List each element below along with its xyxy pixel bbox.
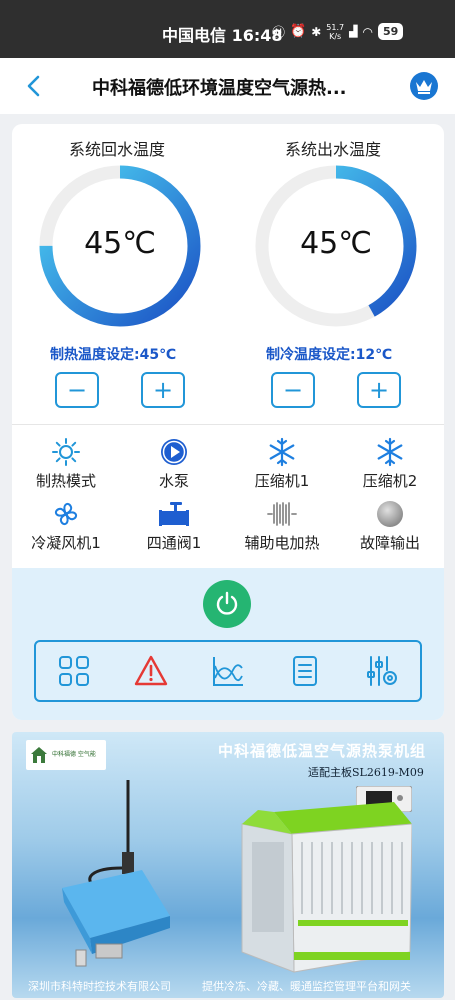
power-button[interactable] <box>203 580 251 628</box>
heating-decrease-button[interactable]: − <box>55 372 99 408</box>
fan-icon <box>54 502 78 526</box>
status-water-pump: 水泵 <box>120 436 228 491</box>
house-logo-icon <box>31 747 47 763</box>
main-panel: 系统回水温度 45℃ 系统出水温度 45℃ 制热温度设定:45℃ 制冷温度设定:… <box>12 124 444 720</box>
banner-subtitle: 适配主板SL2619-M09 <box>308 766 424 779</box>
cooling-decrease-button[interactable]: − <box>271 372 315 408</box>
function-toolbar <box>34 640 422 702</box>
heating-setpoint: 制热温度设定:45℃ <box>50 347 177 363</box>
status-fault-output: 故障输出 <box>336 498 444 553</box>
status-label: 冷凝风机1 <box>31 534 101 552</box>
heating-increase-button[interactable]: + <box>141 372 185 408</box>
back-arrow-icon[interactable] <box>24 74 44 98</box>
settings-sliders-icon <box>366 656 397 686</box>
return-water-temp-title: 系统回水温度 <box>69 140 166 159</box>
alarm-button[interactable] <box>129 649 173 693</box>
status-label: 故障输出 <box>359 534 420 552</box>
heat-pump-unit-image <box>241 802 412 973</box>
nfc-icon: Ⓝ <box>272 26 286 41</box>
alarm-clock-icon: ⏰ <box>290 24 307 39</box>
status-heating-mode: 制热模式 <box>12 436 120 491</box>
sun-icon <box>52 438 80 466</box>
records-button[interactable] <box>283 649 327 693</box>
crown-icon <box>416 80 432 94</box>
grid-icon <box>59 656 90 686</box>
status-label: 辅助电加热 <box>244 534 320 552</box>
status-label: 压缩机1 <box>254 472 310 490</box>
supply-water-temp-title: 系统出水温度 <box>285 140 382 159</box>
gateway-device-image <box>62 780 170 967</box>
status-auxiliary-heater: 辅助电加热 <box>228 498 336 553</box>
wifi-icon: ◠ <box>362 24 374 39</box>
nav-bar: 中科福德低环境温度空气源热... <box>0 58 455 114</box>
valve-icon <box>159 502 189 526</box>
status-compressor-2: 压缩机2 <box>336 436 444 491</box>
logo-text: 中科福德 空气能 <box>52 751 96 758</box>
snowflake-icon <box>269 437 295 467</box>
net-speed: 51.7 K/s <box>326 22 345 41</box>
status-bar: 中国电信 16:48 Ⓝ ⏰ ✱ 51.7 K/s ▟ ◠ 59 <box>0 0 455 58</box>
banner-title: 中科福德低温空气源热泵机组 <box>218 742 427 760</box>
page-title: 中科福德低环境温度空气源热... <box>92 78 347 99</box>
power-icon <box>216 591 238 615</box>
status-label: 压缩机2 <box>362 472 418 490</box>
snowflake-icon <box>377 437 403 467</box>
heater-icon <box>267 502 297 526</box>
curve-button[interactable] <box>206 649 250 693</box>
status-four-way-valve-1: 四通阀1 <box>120 498 228 553</box>
alarm-icon <box>134 655 168 686</box>
banner-slogan: 提供冷冻、冷藏、暖通监控管理平台和网关 <box>202 980 411 993</box>
banner-company: 深圳市科特时控技术有限公司 <box>28 980 171 993</box>
status-label: 制热模式 <box>35 472 96 490</box>
return-water-temp-value: 45℃ <box>84 226 156 261</box>
status-label: 水泵 <box>158 472 189 490</box>
bluetooth-icon: ✱ <box>311 24 322 39</box>
status-label: 四通阀1 <box>146 534 202 552</box>
product-banner[interactable]: 中科福德 空气能 中科福德低温空气源热泵机组 适配主板SL2619-M09 深圳… <box>12 732 444 998</box>
overview-button[interactable] <box>52 649 96 693</box>
cooling-setpoint: 制冷温度设定:12℃ <box>266 347 393 363</box>
signal-icon: ▟ <box>349 25 358 38</box>
vip-button[interactable] <box>410 72 438 100</box>
list-icon <box>292 656 317 686</box>
battery-indicator: 59 <box>378 23 404 40</box>
supply-water-temp-value: 45℃ <box>300 226 372 261</box>
fault-indicator-icon <box>377 501 403 527</box>
controls-area <box>12 568 444 720</box>
curve-chart-icon <box>212 657 243 686</box>
brand-logo: 中科福德 空气能 <box>26 740 106 770</box>
status-icons: Ⓝ ⏰ ✱ 51.7 K/s ▟ ◠ 59 <box>272 22 404 41</box>
status-condenser-fan-1: 冷凝风机1 <box>12 498 120 553</box>
settings-button[interactable] <box>360 649 404 693</box>
pump-play-icon <box>161 439 187 465</box>
carrier-time: 中国电信 16:48 <box>162 26 283 45</box>
divider <box>12 424 444 425</box>
status-compressor-1: 压缩机1 <box>228 436 336 491</box>
cooling-increase-button[interactable]: + <box>357 372 401 408</box>
